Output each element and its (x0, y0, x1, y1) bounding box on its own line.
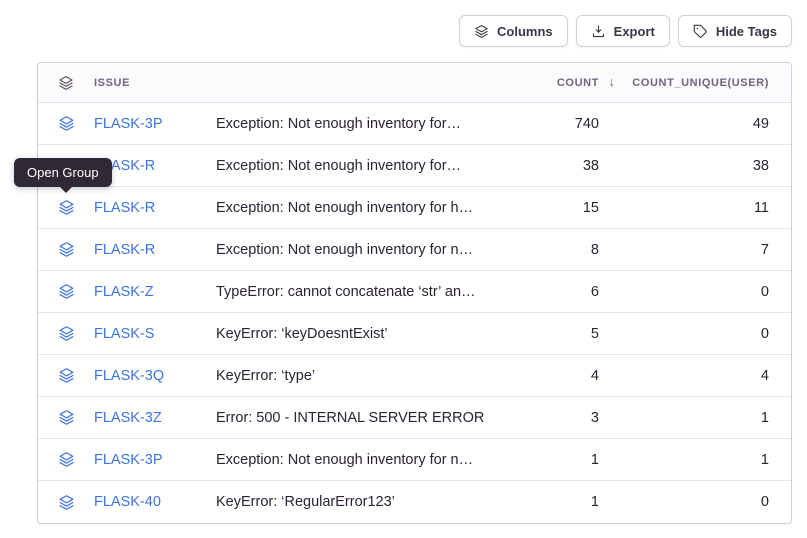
table-row: FLASK-3P Exception: Not enough inventory… (38, 103, 791, 145)
issue-link[interactable]: FLASK-3Z (94, 410, 216, 426)
open-group-stack-icon[interactable] (58, 367, 75, 384)
count-unique-value: 1 (761, 452, 769, 468)
count-value: 4 (591, 368, 599, 384)
open-group-stack-icon[interactable] (58, 325, 75, 342)
open-group-tooltip: Open Group (14, 158, 112, 187)
count-unique-header-label: COUNT_UNIQUE(USER) (632, 77, 769, 89)
open-group-stack-icon[interactable] (58, 241, 75, 258)
open-group-cell (38, 409, 94, 426)
count-unique-value: 0 (761, 284, 769, 300)
count-unique-value: 0 (761, 494, 769, 510)
open-group-cell (38, 115, 94, 132)
export-button[interactable]: Export (576, 15, 670, 47)
issue-title: KeyError: ‘type’ (216, 368, 509, 384)
open-group-cell (38, 283, 94, 300)
count-unique-value: 11 (754, 200, 769, 216)
count-value: 5 (591, 326, 599, 342)
open-group-stack-icon[interactable] (58, 115, 75, 132)
open-group-cell (38, 367, 94, 384)
hide-tags-button-label: Hide Tags (716, 24, 777, 39)
table-header-row: ISSUE COUNT ↓ COUNT_UNIQUE(USER) (38, 63, 791, 103)
issue-title: TypeError: cannot concatenate ‘str’ an… (216, 284, 509, 300)
count-unique-value: 4 (761, 368, 769, 384)
table-row: FLASK-Z TypeError: cannot concatenate ‘s… (38, 271, 791, 313)
count-value: 8 (591, 242, 599, 258)
open-group-stack-icon[interactable] (58, 409, 75, 426)
count-unique-value: 0 (761, 326, 769, 342)
issue-link[interactable]: FLASK-Z (94, 284, 216, 300)
issue-title: Error: 500 - INTERNAL SERVER ERROR (216, 410, 509, 426)
issue-title: Exception: Not enough inventory for… (216, 158, 509, 174)
export-button-label: Export (614, 24, 655, 39)
table-row: FLASK-R Exception: Not enough inventory … (38, 187, 791, 229)
count-unique-value: 1 (761, 410, 769, 426)
column-header-count[interactable]: COUNT ↓ (557, 77, 599, 89)
issue-title: KeyError: ‘keyDoesntExist’ (216, 326, 509, 342)
hide-tags-button[interactable]: Hide Tags (678, 15, 792, 47)
table-row: FLASK-S KeyError: ‘keyDoesntExist’ 5 0 (38, 313, 791, 355)
table-row: FLASK-3Z Error: 500 - INTERNAL SERVER ER… (38, 397, 791, 439)
table-row: FLASK-40 KeyError: ‘RegularError123’ 1 0 (38, 481, 791, 523)
open-group-stack-icon[interactable] (58, 451, 75, 468)
table-row: FLASK-3Q KeyError: ‘type’ 4 4 (38, 355, 791, 397)
issue-link[interactable]: FLASK-R (94, 158, 216, 174)
table-row: FLASK-3P Exception: Not enough inventory… (38, 439, 791, 481)
issue-title: Exception: Not enough inventory for n… (216, 452, 509, 468)
open-group-cell (38, 325, 94, 342)
issue-title: KeyError: ‘RegularError123’ (216, 494, 509, 510)
issue-link[interactable]: FLASK-3Q (94, 368, 216, 384)
tag-icon (693, 24, 708, 39)
issue-link[interactable]: FLASK-R (94, 200, 216, 216)
columns-button-label: Columns (497, 24, 553, 39)
count-unique-value: 49 (753, 116, 769, 132)
open-group-cell (38, 241, 94, 258)
issue-title: Exception: Not enough inventory for h… (216, 200, 509, 216)
count-value: 1 (591, 452, 599, 468)
stack-icon (474, 24, 489, 39)
tooltip-label: Open Group (27, 165, 99, 180)
open-group-cell (38, 494, 94, 511)
count-unique-value: 7 (761, 242, 769, 258)
table-body: FLASK-3P Exception: Not enough inventory… (38, 103, 791, 523)
issue-link[interactable]: FLASK-S (94, 326, 216, 342)
column-header-issue[interactable]: ISSUE (94, 77, 216, 89)
table-row: FLASK-R Exception: Not enough inventory … (38, 145, 791, 187)
sort-descending-icon: ↓ (609, 74, 616, 89)
count-value: 38 (583, 158, 599, 174)
issues-table-page: Columns Export Hide Tags (0, 0, 807, 538)
toolbar: Columns Export Hide Tags (459, 15, 792, 47)
issue-link[interactable]: FLASK-3P (94, 452, 216, 468)
count-value: 6 (591, 284, 599, 300)
issue-link[interactable]: FLASK-40 (94, 494, 216, 510)
open-group-stack-icon[interactable] (58, 283, 75, 300)
count-unique-value: 38 (753, 158, 769, 174)
download-icon (591, 24, 606, 39)
issues-table: ISSUE COUNT ↓ COUNT_UNIQUE(USER) FLASK-3… (37, 62, 792, 524)
open-group-cell (38, 451, 94, 468)
count-header-label: COUNT (557, 77, 599, 89)
issue-link[interactable]: FLASK-R (94, 242, 216, 258)
open-group-stack-icon[interactable] (58, 199, 75, 216)
issue-stack-header-icon (38, 75, 94, 91)
issue-link[interactable]: FLASK-3P (94, 116, 216, 132)
table-row: FLASK-R Exception: Not enough inventory … (38, 229, 791, 271)
column-header-count-unique[interactable]: COUNT_UNIQUE(USER) (632, 77, 769, 89)
open-group-stack-icon[interactable] (58, 494, 75, 511)
count-value: 1 (591, 494, 599, 510)
open-group-cell (38, 199, 94, 216)
issue-title: Exception: Not enough inventory for… (216, 116, 509, 132)
columns-button[interactable]: Columns (459, 15, 568, 47)
count-value: 3 (591, 410, 599, 426)
issue-title: Exception: Not enough inventory for n… (216, 242, 509, 258)
count-value: 15 (583, 200, 599, 216)
count-value: 740 (575, 116, 599, 132)
